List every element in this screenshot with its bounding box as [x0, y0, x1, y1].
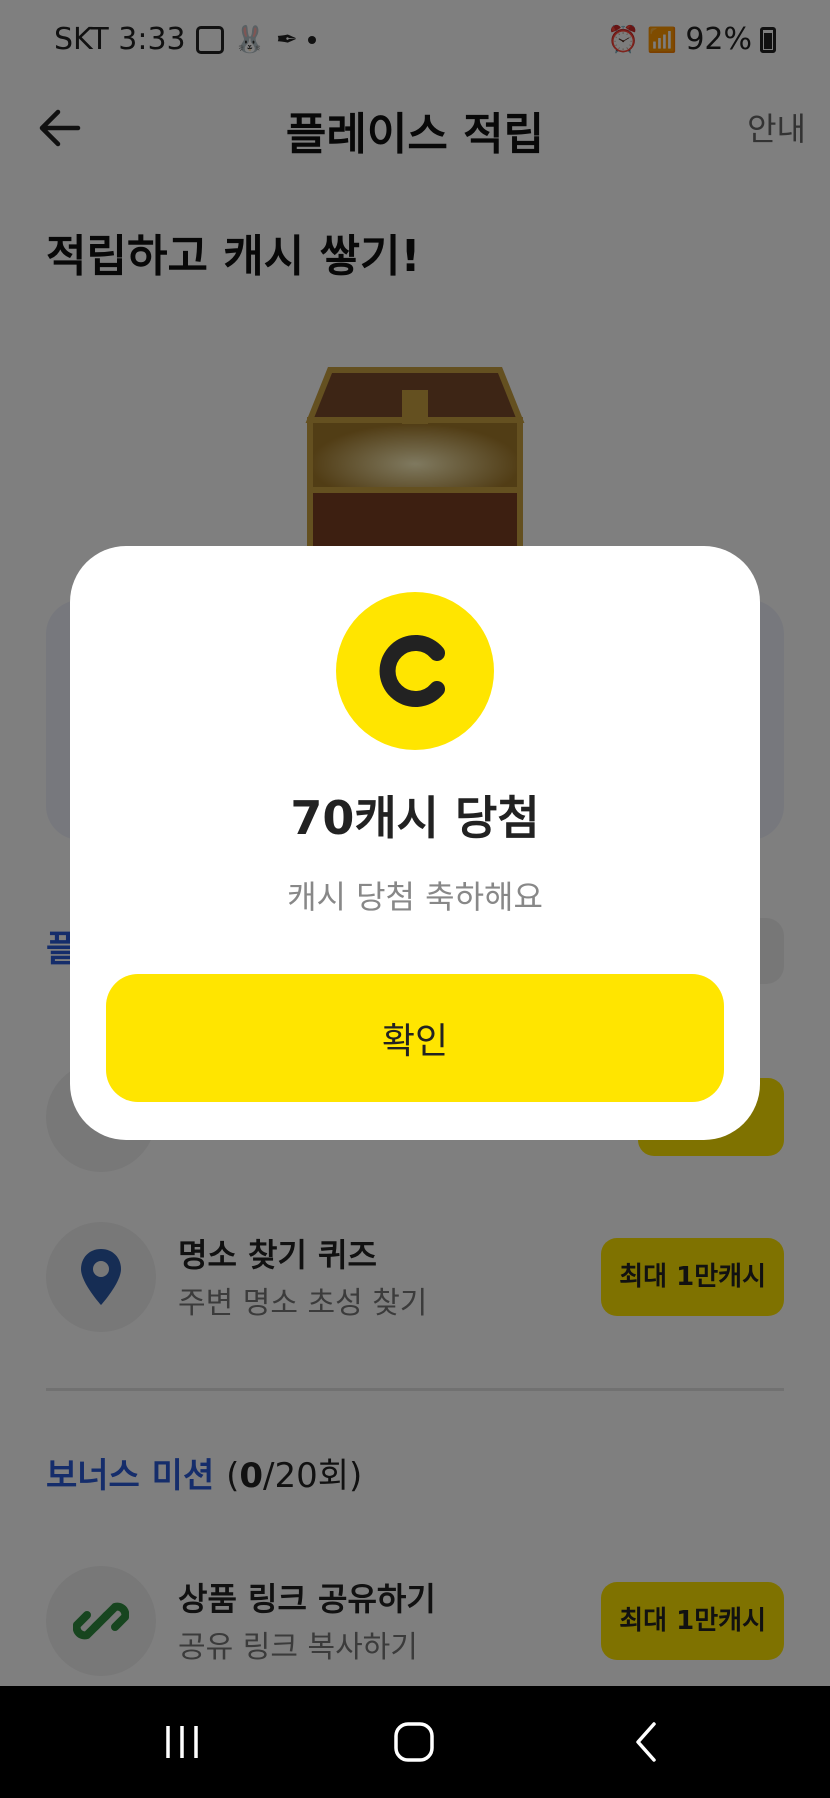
- modal-title: 70캐시 당첨: [290, 791, 540, 845]
- recent-apps-icon: [166, 1726, 198, 1758]
- modal-subtitle: 캐시 당첨 축하해요: [287, 878, 543, 916]
- cash-coin-icon: [336, 592, 494, 750]
- back-nav-icon: [636, 1722, 656, 1762]
- home-button[interactable]: [354, 1686, 474, 1798]
- recent-apps-button[interactable]: [122, 1686, 242, 1798]
- confirm-button[interactable]: 확인: [106, 974, 724, 1102]
- back-button[interactable]: [586, 1686, 706, 1798]
- home-icon: [394, 1722, 434, 1762]
- system-nav-bar: [0, 1686, 830, 1798]
- reward-modal: 70캐시 당첨 캐시 당첨 축하해요 확인: [70, 546, 760, 1140]
- coin-letter: [379, 635, 445, 707]
